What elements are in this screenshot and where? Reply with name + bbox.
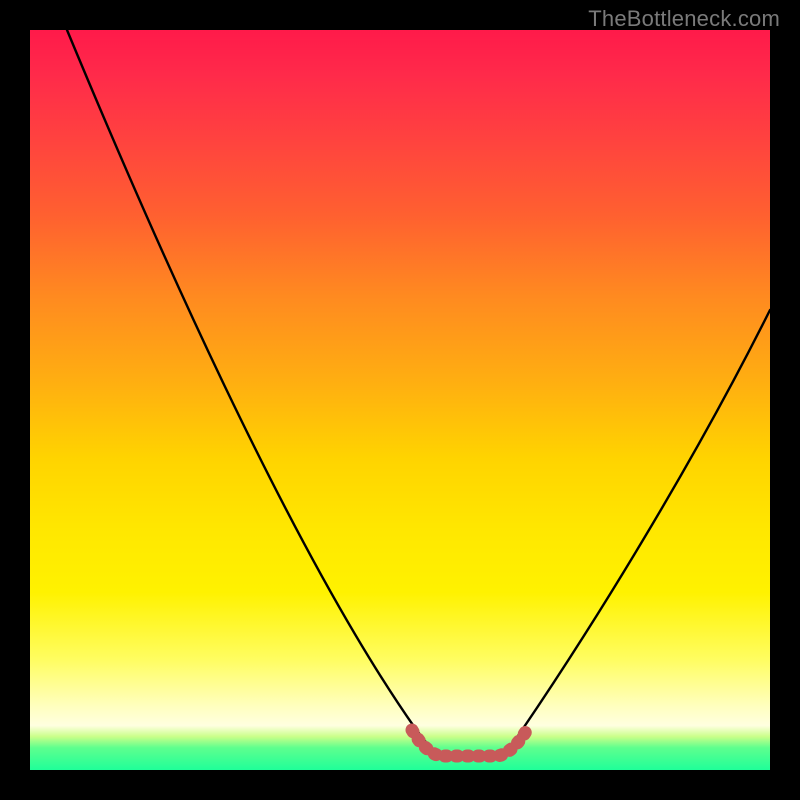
watermark-text: TheBottleneck.com [588,6,780,32]
bottleneck-curve [67,30,770,756]
chart-frame: TheBottleneck.com [0,0,800,800]
curve-layer [30,30,770,770]
trough-marker [412,728,528,756]
